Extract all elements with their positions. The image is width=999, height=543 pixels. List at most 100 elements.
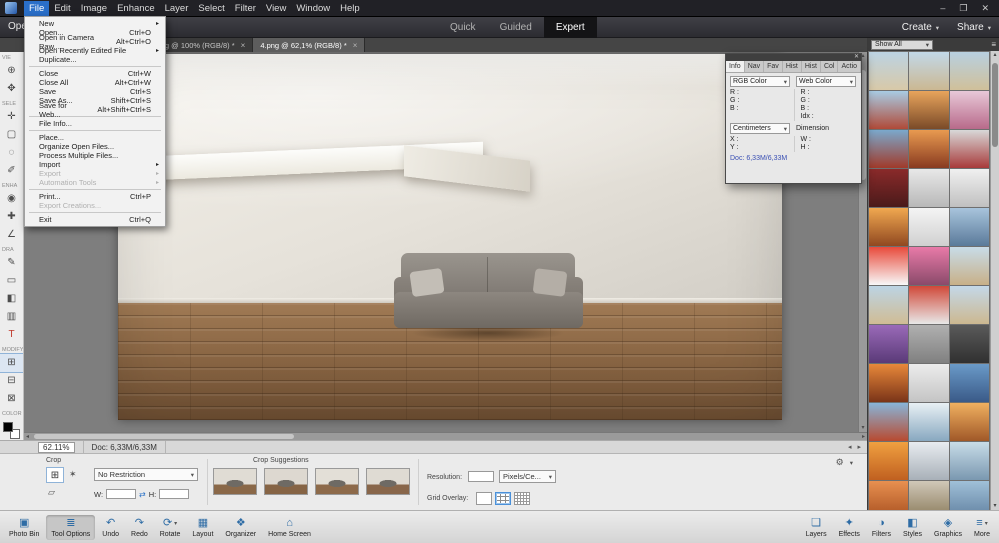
tab-close-icon[interactable]: × (241, 41, 246, 50)
grid-grid-button[interactable] (514, 492, 530, 505)
minimize-icon[interactable]: – (940, 3, 945, 14)
scroll-up-icon[interactable]: ▴ (991, 51, 999, 59)
photo-thumbnail[interactable] (949, 208, 989, 246)
menu-view[interactable]: View (261, 1, 291, 16)
info-panel-tab-fav[interactable]: Fav (764, 61, 783, 72)
photo-thumbnail[interactable] (909, 169, 949, 207)
scrollbar-thumb[interactable] (34, 434, 294, 439)
file-menu-item-file-info[interactable]: File Info... (25, 119, 165, 128)
photo-thumbnail[interactable] (949, 442, 989, 480)
photo-thumbnail[interactable] (949, 286, 989, 324)
photo-thumbnail[interactable] (949, 52, 989, 90)
file-menu-item-save[interactable]: Save Ctrl+S (25, 87, 165, 96)
cookie-cutter-tool-icon[interactable]: ✶ (69, 469, 77, 480)
menu-window[interactable]: Window (291, 1, 335, 16)
straighten-tool-icon[interactable]: ∠ (0, 226, 23, 244)
file-menu-item-new[interactable]: New ▸ (25, 19, 165, 28)
photo-thumbnail[interactable] (949, 169, 989, 207)
photo-thumbnail[interactable] (949, 247, 989, 285)
photo-thumbnail[interactable] (869, 247, 909, 285)
photo-thumbnail[interactable] (869, 130, 909, 168)
height-input[interactable] (159, 489, 190, 499)
taskbar-layout[interactable]: ▦ Layout (187, 515, 218, 540)
photo-thumbnail[interactable] (869, 364, 909, 402)
rgb-color-dropdown[interactable]: RGB Color ▾ (730, 76, 790, 87)
taskbar-tool-options[interactable]: ≣ Tool Options (46, 514, 96, 540)
close-icon[interactable]: ✕ (854, 54, 859, 61)
photo-thumbnail[interactable] (909, 52, 949, 90)
taskbar-more[interactable]: ≡ ▾ More (969, 515, 995, 540)
gradient-tool-icon[interactable]: ▥ (0, 308, 23, 326)
spot-healing-tool-icon[interactable]: ✚ (0, 208, 23, 226)
info-panel-tab-hist[interactable]: Hist (783, 61, 802, 72)
info-panel-tab-actio[interactable]: Actio (838, 61, 861, 72)
file-menu-item-close-all[interactable]: Close All Alt+Ctrl+W (25, 78, 165, 87)
file-menu-item-import[interactable]: Import ▸ (25, 160, 165, 169)
menu-file[interactable]: File (24, 0, 50, 16)
taskbar-graphics[interactable]: ◈ Graphics (929, 515, 967, 540)
photo-thumbnail[interactable] (909, 442, 949, 480)
type-tool-icon[interactable]: T (0, 326, 23, 344)
file-menu-item-duplicate[interactable]: Duplicate... (25, 55, 165, 64)
photo-thumbnail[interactable] (869, 403, 909, 441)
caret-down-icon[interactable]: ▾ (850, 459, 853, 467)
hand-tool-icon[interactable]: ✥ (0, 80, 23, 98)
foreground-color-swatch[interactable] (3, 422, 13, 432)
photo-thumbnail[interactable] (869, 286, 909, 324)
mode-tab-expert[interactable]: Expert (543, 17, 597, 38)
zoom-level-field[interactable]: 62.11% (38, 441, 75, 453)
crop-suggestion-thumbnail[interactable] (213, 468, 257, 495)
taskbar-filters[interactable]: ◑ Filters (867, 515, 896, 540)
document-tab[interactable]: 4.png @ 62,1% (RGB/8) * × (253, 38, 366, 52)
gear-icon[interactable]: ⚙ (836, 457, 844, 468)
menu-select[interactable]: Select (193, 1, 229, 16)
quick-selection-tool-icon[interactable]: ✐ (0, 162, 23, 180)
share-button[interactable]: Share ▾ (957, 22, 991, 33)
taskbar-layers[interactable]: ❏ Layers (801, 515, 832, 540)
photo-thumbnail[interactable] (949, 481, 989, 510)
photo-thumbnail[interactable] (869, 481, 909, 510)
file-menu-item-open-recently-edited-file[interactable]: Open Recently Edited File ▸ (25, 46, 165, 55)
photo-thumbnail[interactable] (949, 325, 989, 363)
taskbar-home-screen[interactable]: ⌂ Home Screen (263, 515, 316, 540)
web-color-dropdown[interactable]: Web Color ▾ (796, 76, 856, 87)
photo-thumbnail[interactable] (909, 91, 949, 129)
crop-suggestion-thumbnail[interactable] (315, 468, 359, 495)
width-input[interactable] (106, 489, 137, 499)
photo-thumbnail[interactable] (909, 325, 949, 363)
crop-suggestion-thumbnail[interactable] (366, 468, 410, 495)
zoom-tool-icon[interactable]: ⊕ (0, 62, 23, 80)
file-menu-item-process-multiple-files[interactable]: Process Multiple Files... (25, 151, 165, 160)
menu-help[interactable]: Help (335, 1, 365, 16)
crop-restriction-dropdown[interactable]: No Restriction ▾ (94, 468, 198, 481)
photo-thumbnail[interactable] (869, 52, 909, 90)
menu-enhance[interactable]: Enhance (112, 1, 160, 16)
file-menu-item-open-in-camera-raw[interactable]: Open in Camera Raw... Alt+Ctrl+O (25, 33, 165, 51)
photo-thumbnail[interactable] (909, 208, 949, 246)
recompose-tool-icon[interactable]: ⊟ (0, 372, 23, 390)
taskbar-styles[interactable]: ◧ Styles (898, 515, 927, 540)
scrollbar-thumb[interactable] (992, 63, 998, 147)
info-panel-titlebar[interactable]: ✕ (726, 54, 861, 61)
photo-thumbnail[interactable] (949, 364, 989, 402)
photo-thumbnail[interactable] (909, 247, 949, 285)
photo-thumbnail[interactable] (869, 442, 909, 480)
file-menu-item-place[interactable]: Place... (25, 133, 165, 142)
swap-dimensions-icon[interactable]: ⇄ (139, 490, 146, 499)
photo-thumbnail[interactable] (949, 403, 989, 441)
photo-thumbnail[interactable] (909, 481, 949, 510)
photo-bin-scrollbar[interactable]: ▴ ▾ (990, 51, 999, 510)
file-menu-item-close[interactable]: Close Ctrl+W (25, 69, 165, 78)
photo-thumbnail[interactable] (909, 130, 949, 168)
photo-thumbnail[interactable] (869, 91, 909, 129)
photo-thumbnail[interactable] (869, 169, 909, 207)
crop-suggestion-thumbnail[interactable] (264, 468, 308, 495)
photo-thumbnail[interactable] (949, 130, 989, 168)
lasso-tool-icon[interactable]: ◌ (0, 144, 23, 162)
eraser-tool-icon[interactable]: ▭ (0, 272, 23, 290)
taskbar-undo[interactable]: ↶ Undo (97, 515, 124, 540)
photo-thumbnail[interactable] (909, 286, 949, 324)
photo-thumbnail[interactable] (909, 364, 949, 402)
marquee-tool-icon[interactable]: ▢ (0, 126, 23, 144)
close-icon[interactable]: ✕ (981, 3, 989, 14)
